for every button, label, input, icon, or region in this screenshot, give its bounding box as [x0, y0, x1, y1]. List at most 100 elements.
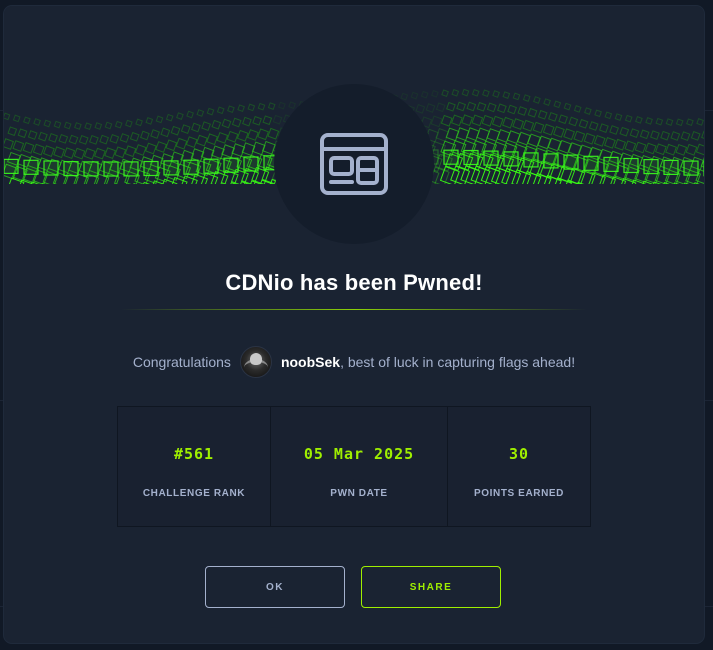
banner-cube	[603, 156, 619, 172]
banner-cube	[476, 127, 491, 142]
banner-cube	[63, 147, 76, 159]
banner-cube	[227, 105, 235, 114]
banner-cube	[247, 129, 259, 141]
banner-cube	[12, 140, 25, 152]
banner-cube	[236, 129, 249, 142]
banner-cube	[134, 144, 147, 156]
banner-cube	[533, 96, 541, 104]
banner-cube	[63, 121, 72, 130]
banner-cube	[675, 118, 684, 127]
banner-cube	[43, 119, 52, 128]
banner-cube	[123, 161, 139, 177]
banner-cube	[145, 142, 157, 155]
web-browser-icon	[320, 133, 388, 195]
banner-cube	[74, 122, 82, 130]
banner-cube	[542, 123, 555, 136]
banner-cube	[196, 134, 208, 147]
banner-cube	[624, 114, 633, 123]
banner-cube	[226, 130, 239, 143]
banner-cube	[463, 149, 479, 166]
banner-cube	[201, 121, 211, 131]
banner-cube	[221, 118, 232, 129]
stat-value: #561	[173, 445, 215, 463]
banner-cube	[446, 101, 456, 112]
banner-cube	[614, 113, 623, 121]
banner-cube	[497, 103, 507, 114]
user-avatar	[239, 346, 272, 378]
banner-cube	[578, 118, 589, 129]
banner-cube	[537, 109, 548, 120]
stat-label: CHALLENGE RANK	[142, 488, 246, 499]
banner-cube	[532, 121, 545, 134]
banner-cube	[262, 115, 273, 126]
banner-cube	[155, 115, 164, 124]
banner-cube	[242, 116, 252, 127]
banner-cube	[150, 129, 160, 139]
banner-cube	[619, 126, 630, 137]
banner-cube	[660, 130, 670, 141]
banner-cube	[425, 103, 436, 113]
banner-cube	[400, 92, 409, 101]
banner-cube	[639, 129, 650, 140]
banner-cube	[512, 92, 521, 101]
banner-cube	[503, 151, 519, 167]
banner-cube	[685, 143, 698, 156]
banner-cube	[191, 122, 201, 133]
banner-cube	[663, 159, 679, 175]
banner-cube	[594, 109, 602, 118]
avatar-skull	[249, 353, 262, 365]
banner-cube	[53, 120, 62, 129]
stat-challenge-rank: #561 CHALLENGE RANK	[118, 407, 271, 526]
banner-cube	[4, 158, 19, 174]
banner-cube	[211, 119, 222, 130]
banner-cube	[32, 143, 45, 156]
stat-label: PWN DATE	[330, 488, 388, 499]
banner-cube	[543, 98, 551, 106]
congrats-message: Congratulations noobSek , best of luck i…	[4, 344, 704, 380]
banner-cube	[502, 116, 514, 129]
banner-cube	[410, 91, 419, 100]
banner-cube	[604, 137, 616, 149]
banner-cube	[655, 117, 664, 126]
title-divider	[121, 309, 587, 310]
banner-cube	[451, 114, 463, 127]
banner-cube	[160, 127, 171, 138]
banner-cube	[512, 118, 524, 130]
ok-button[interactable]: OK	[205, 566, 345, 608]
banner-cube	[471, 114, 484, 127]
banner-cube	[441, 89, 449, 98]
banner-cube	[502, 91, 511, 99]
banner-cube	[4, 138, 14, 150]
banner-cube	[83, 147, 96, 160]
banner-cube	[655, 143, 667, 156]
banner-cube	[522, 119, 535, 132]
share-button[interactable]: SHARE	[361, 566, 501, 608]
banner-cube	[491, 115, 504, 128]
banner-cube	[124, 145, 137, 158]
banner-cube	[180, 124, 191, 134]
banner-cube	[53, 146, 65, 159]
banner-cube	[109, 134, 120, 144]
banner-cube	[94, 122, 103, 130]
banner-cube	[170, 125, 181, 136]
banner-cube	[643, 159, 659, 175]
banner-cube	[584, 107, 592, 115]
banner-cube	[670, 131, 681, 141]
banner-cube	[135, 118, 143, 127]
banner-cube	[48, 133, 58, 143]
banner-cube	[216, 106, 225, 115]
banner-cube	[38, 131, 48, 142]
banner-cube	[58, 134, 69, 144]
challenge-emblem	[274, 84, 434, 244]
banner-cube	[456, 101, 466, 112]
banner-cube	[696, 118, 704, 126]
banner-cube	[206, 107, 215, 116]
banner-cube	[451, 88, 460, 97]
banner-cube	[257, 128, 269, 141]
banner-cube	[7, 126, 18, 137]
banner-cube	[583, 132, 596, 145]
stat-label: POINTS EARNED	[473, 488, 565, 499]
banner-cube	[94, 147, 106, 160]
stat-points-earned: 30 POINTS EARNED	[448, 407, 590, 526]
banner-cube	[558, 114, 568, 125]
